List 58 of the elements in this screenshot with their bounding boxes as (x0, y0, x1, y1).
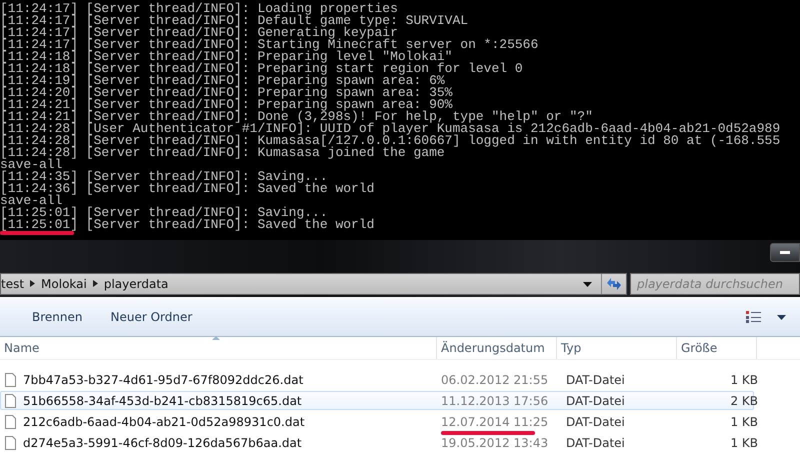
search-field[interactable]: playerdata durchsuchen (630, 273, 800, 295)
console-line: [11:24:19] [Server thread/INFO]: Preparing spawn area: 6% (0, 75, 445, 87)
console-line: [11:24:36] [Server thread/INFO]: Saved the world (0, 183, 376, 195)
console-line: [11:24:35] [Server thread/INFO]: Saving... (0, 171, 329, 183)
console-line: [11:24:28] [Server thread/INFO]: Kumasasa joined the game (0, 147, 445, 159)
console-line: [11:24:17] [Server thread/INFO]: Generating keypair (0, 27, 399, 39)
view-list-icon[interactable] (746, 311, 761, 323)
toolbar-button[interactable]: Brennen (32, 310, 82, 324)
date-cell: 12.07.2014 11:25 (438, 414, 563, 428)
toolbar-button[interactable]: Neuer Ordner (110, 310, 192, 324)
size-cell-text: 1 KB (729, 436, 758, 450)
type-cell-text: DAT-Datei (565, 414, 626, 428)
console-line: [11:24:28] [User Authenticator #1/INFO]: UUID of player Kumasasa is 212c6adb-6aad-4b04-ab21-0d52a989 (0, 123, 782, 135)
console-line: save-all (0, 195, 62, 207)
address-bar[interactable]: test Molokai playerdata (0, 273, 627, 295)
type-cell-text: DAT-Datei (565, 394, 626, 408)
breadcrumb-item[interactable]: Molokai (41, 277, 93, 291)
column-header[interactable]: Typ (557, 337, 677, 359)
console-line: [11:24:21] [Server thread/INFO]: Done (3,298s)! For help, type "help" or "?" (0, 111, 593, 123)
console-line: [11:25:01] [Server thread/INFO]: Saved the world (0, 219, 800, 231)
chevron-icon (92, 280, 98, 286)
refresh-icon[interactable] (606, 277, 622, 291)
size-cell-text: 1 KB (729, 414, 758, 428)
caret-icon[interactable] (777, 314, 786, 320)
file-name: 7bb47a53-b327-4d61-95d7-67f8092ddc26.dat (23, 372, 304, 386)
console-line: [11:24:20] [Server thread/INFO]: Preparing spawn area: 35% (0, 87, 454, 99)
minimize-button[interactable] (770, 243, 800, 262)
minimize-icon (780, 251, 790, 254)
date-cell-text: 11.12.2013 17:56 (440, 394, 550, 408)
column-header[interactable]: Änderungsdatum (437, 337, 557, 359)
console-line: [11:24:21] [Server thread/INFO]: Preparing spawn area: 90% (0, 99, 454, 111)
console-line: save-all (0, 159, 62, 171)
console-line: [11:24:18] [Server thread/INFO]: Preparing start region for level 0 (0, 63, 524, 75)
type-cell-text: DAT-Datei (565, 436, 626, 450)
type-cell-text: DAT-Datei (565, 372, 626, 386)
file-icon (5, 414, 16, 428)
file-name: d274e5a3-5991-46cf-8d09-126da567b6aa.dat (23, 436, 302, 450)
console-line: [11:24:18] [Server thread/INFO]: Preparing level "Molokai" (0, 51, 452, 63)
sort-arrow-icon (212, 336, 220, 340)
breadcrumb-item[interactable]: playerdata (104, 277, 174, 291)
chevron-icon (30, 280, 36, 286)
file-name: 212c6adb-6aad-4b04-ab21-0d52a98931c0.dat (23, 414, 305, 428)
console-line: [11:25:01] [Server thread/INFO]: Saving... (0, 207, 329, 219)
file-icon (5, 394, 16, 408)
console-line: [11:24:28] [Server thread/INFO]: Kumasasa[/127.0.0.1:60667] logged in with entity id 80 at (-168.555 (0, 135, 782, 147)
column-header[interactable]: Name (0, 337, 437, 359)
console-line: [11:24:17] [Server thread/INFO]: Starting Minecraft server on *:25566 (0, 39, 540, 51)
console-line: [11:24:17] [Server thread/INFO]: Loading properties (0, 3, 399, 15)
file-name: 51b66558-34af-453d-b241-cb8315819c65.dat (23, 394, 302, 408)
column-header[interactable]: Größe (677, 337, 757, 359)
file-icon (5, 436, 16, 450)
date-cell-text: 06.02.2012 21:55 (440, 372, 550, 386)
date-cell-text: 19.05.2012 13:43 (440, 436, 550, 450)
dropdown-icon[interactable] (582, 282, 592, 286)
console-line: [11:24:17] [Server thread/INFO]: Default game type: SURVIVAL (0, 15, 470, 27)
breadcrumb-item[interactable]: test (1, 277, 30, 291)
file-icon (5, 372, 16, 386)
size-cell-text: 1 KB (729, 372, 758, 386)
